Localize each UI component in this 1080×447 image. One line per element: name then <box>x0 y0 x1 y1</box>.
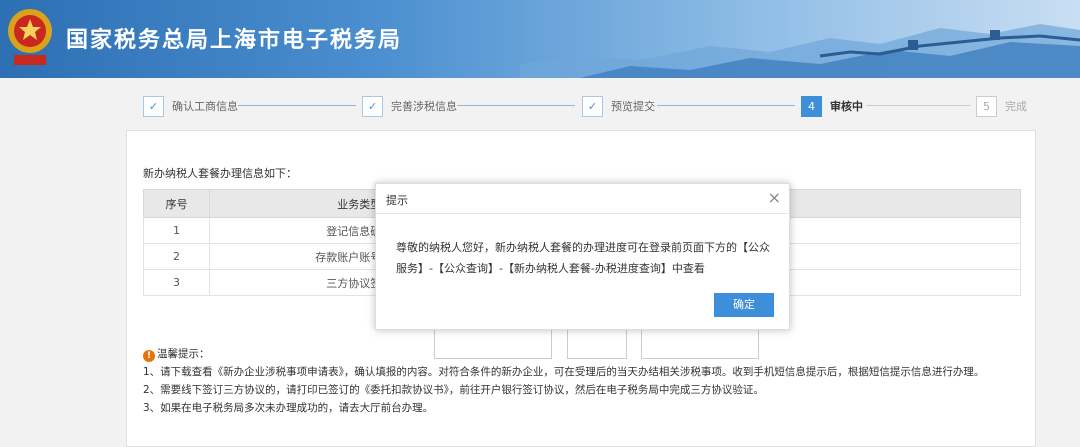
step-label: 完成 <box>1005 100 1027 113</box>
col-header-no: 序号 <box>143 189 210 218</box>
check-icon: ✓ <box>143 95 164 117</box>
dialog-message: 尊敬的纳税人您好，新办纳税人套餐的办理进度可在登录前页面下方的【公众服务】-【公… <box>396 241 770 275</box>
row-no: 3 <box>143 269 210 296</box>
step-4: 4 审核中 <box>801 95 863 117</box>
step-label: 完善涉税信息 <box>391 100 457 113</box>
step-number: 5 <box>976 95 997 117</box>
check-icon: ✓ <box>362 95 383 117</box>
step-connector <box>238 105 356 106</box>
dialog-title: 提示 <box>386 194 408 207</box>
tip-line: 3、如果在电子税务局多次未办理成功的，请去大厅前台办理。 <box>143 402 434 414</box>
step-connector <box>657 105 795 106</box>
notice-dialog: 提示 × 尊敬的纳税人您好，新办纳税人套餐的办理进度可在登录前页面下方的【公众服… <box>375 183 790 330</box>
tips-title: 温馨提示： <box>157 348 210 360</box>
step-connector <box>866 105 970 106</box>
step-1: ✓ 确认工商信息 <box>143 95 238 117</box>
great-wall-banner-image <box>520 24 1080 78</box>
step-connector <box>457 105 575 106</box>
tip-line: 1、请下载查看《新办企业涉税事项申请表》，确认填报的内容。对符合条件的新办企业，… <box>143 366 985 378</box>
tip-line: 2、需要线下签订三方协议的，请打印已签订的《委托扣款协议书》，前往开户银行签订协… <box>143 384 764 396</box>
site-title: 国家税务总局上海市电子税务局 <box>66 28 403 53</box>
tax-emblem-icon <box>8 9 52 65</box>
check-icon: ✓ <box>582 95 603 117</box>
step-2: ✓ 完善涉税信息 <box>362 95 457 117</box>
confirm-button[interactable]: 确定 <box>714 293 774 317</box>
intro-text: 新办纳税人套餐办理信息如下： <box>143 167 297 180</box>
step-5: 5 完成 <box>976 95 1027 117</box>
row-no: 2 <box>143 243 210 270</box>
step-label: 预览提交 <box>611 100 655 113</box>
dialog-header: 提示 × <box>376 184 789 214</box>
close-icon[interactable]: × <box>768 189 781 207</box>
row-no: 1 <box>143 217 210 244</box>
warning-icon: ! <box>143 350 155 362</box>
site-header: 国家税务总局上海市电子税务局 <box>0 0 1080 78</box>
step-3: ✓ 预览提交 <box>582 95 655 117</box>
step-label: 审核中 <box>830 100 863 113</box>
progress-steps: ✓ 确认工商信息 ✓ 完善涉税信息 ✓ 预览提交 4 审核中 5 完成 <box>0 78 1080 130</box>
warm-tips: ! 温馨提示： 1、请下载查看《新办企业涉税事项申请表》，确认填报的内容。对符合条… <box>143 345 984 417</box>
step-label: 确认工商信息 <box>172 100 238 113</box>
step-number: 4 <box>801 95 822 117</box>
